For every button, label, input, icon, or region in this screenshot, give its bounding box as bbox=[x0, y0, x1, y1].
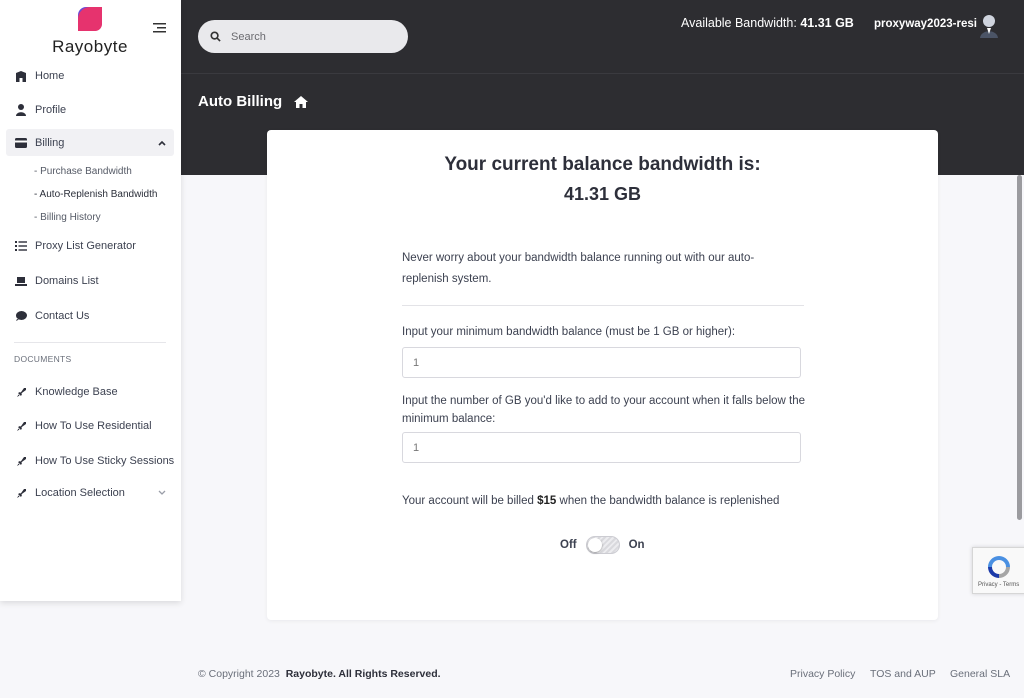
sidebar-subitem-auto-replenish[interactable]: - Auto-Replenish Bandwidth bbox=[34, 189, 157, 200]
chevron-up-icon bbox=[158, 140, 166, 146]
sidebar-item-label: Knowledge Base bbox=[35, 386, 118, 398]
scrollbar-thumb[interactable] bbox=[1017, 175, 1022, 520]
sidebar-subitem-purchase-bandwidth[interactable]: - Purchase Bandwidth bbox=[34, 166, 132, 177]
sidebar-item-label: How To Use Residential bbox=[35, 420, 152, 432]
chevron-down-icon bbox=[158, 490, 166, 495]
balance-value: 41.31 GB bbox=[563, 184, 642, 204]
billing-notice-prefix: Your account will be billed bbox=[402, 495, 534, 507]
header-divider bbox=[181, 73, 1024, 74]
balance-title: Your current balance bandwidth is: bbox=[444, 154, 761, 175]
copyright-text: © Copyright 2023 bbox=[198, 668, 280, 680]
search-icon bbox=[210, 31, 221, 42]
sidebar-item-proxy-list-generator[interactable]: Proxy List Generator bbox=[14, 240, 136, 252]
username[interactable]: proxyway2023-resi bbox=[874, 18, 977, 30]
sidebar-item-label: Proxy List Generator bbox=[35, 240, 136, 252]
sidebar-item-label: Location Selection bbox=[35, 487, 125, 499]
auto-billing-toggle-row: Off On bbox=[560, 536, 645, 554]
footer-link-privacy-policy[interactable]: Privacy Policy bbox=[790, 668, 855, 680]
add-gb-input[interactable] bbox=[402, 432, 801, 463]
rocket-icon bbox=[14, 456, 28, 467]
available-bandwidth: Available Bandwidth: 41.31 GB bbox=[681, 16, 854, 30]
home-icon[interactable] bbox=[294, 95, 309, 108]
bandwidth-value: 41.31 GB bbox=[800, 16, 854, 30]
rayobyte-logo-icon bbox=[78, 7, 102, 31]
footer-link-tos[interactable]: TOS and AUP bbox=[870, 668, 936, 680]
recaptcha-badge[interactable]: Privacy - Terms bbox=[972, 547, 1024, 594]
toggle-off-label: Off bbox=[560, 539, 577, 551]
rocket-icon bbox=[14, 488, 28, 499]
sidebar-item-label: How To Use Sticky Sessions bbox=[35, 455, 175, 467]
copyright-company: Rayobyte. All Rights Reserved. bbox=[285, 668, 441, 680]
sidebar-item-label: Home bbox=[35, 70, 65, 82]
sidebar-item-domains-list[interactable]: Domains List bbox=[14, 275, 99, 287]
avatar[interactable] bbox=[978, 12, 1000, 38]
footer-copyright: © Copyright 2023 Rayobyte. All Rights Re… bbox=[198, 668, 441, 680]
billing-amount: $15 bbox=[537, 495, 557, 507]
sidebar-item-how-to-use-sticky-sessions[interactable]: How To Use Sticky Sessions bbox=[14, 455, 174, 467]
sidebar-item-billing[interactable]: Billing bbox=[14, 137, 166, 149]
sidebar-item-how-to-use-residential[interactable]: How To Use Residential bbox=[14, 420, 152, 432]
billing-notice-suffix: when the bandwidth balance is replenishe… bbox=[559, 495, 780, 507]
menu-toggle-icon[interactable] bbox=[153, 22, 166, 33]
footer-link-general-sla[interactable]: General SLA bbox=[950, 668, 1010, 680]
intro-text: Never worry about your bandwidth balance… bbox=[402, 252, 755, 285]
auto-billing-toggle[interactable] bbox=[585, 536, 620, 554]
brand-name: Rayobyte bbox=[52, 37, 128, 56]
sidebar-item-location-selection[interactable]: Location Selection bbox=[14, 487, 166, 499]
sidebar: Rayobyte Home Profile Billing - Purchase… bbox=[0, 0, 181, 601]
search-bar[interactable] bbox=[198, 20, 408, 53]
recaptcha-links[interactable]: Privacy - Terms bbox=[978, 582, 1019, 588]
sidebar-item-contact-us[interactable]: Contact Us bbox=[14, 310, 89, 322]
add-gb-label: Input the number of GB you'd like to add… bbox=[402, 395, 806, 425]
min-balance-input[interactable] bbox=[402, 347, 801, 378]
rocket-icon bbox=[14, 421, 28, 432]
documents-heading: DOCUMENTS bbox=[14, 354, 72, 364]
sidebar-subitem-billing-history[interactable]: - Billing History bbox=[34, 212, 101, 223]
recaptcha-icon bbox=[988, 556, 1010, 578]
min-balance-label: Input your minimum bandwidth balance (mu… bbox=[402, 326, 736, 338]
sidebar-divider bbox=[14, 342, 166, 343]
sidebar-item-label: Domains List bbox=[35, 275, 99, 287]
sidebar-item-home[interactable]: Home bbox=[14, 70, 64, 82]
sidebar-item-label: Profile bbox=[35, 104, 67, 116]
laptop-icon bbox=[14, 276, 28, 286]
bandwidth-label: Available Bandwidth: bbox=[681, 16, 797, 30]
home-icon bbox=[14, 70, 28, 82]
sidebar-item-label: Contact Us bbox=[35, 310, 90, 322]
breadcrumb: Auto Billing bbox=[198, 93, 309, 110]
logo[interactable]: Rayobyte bbox=[45, 6, 135, 57]
billing-notice: Your account will be billed $15 when the… bbox=[402, 495, 779, 507]
search-input[interactable] bbox=[229, 29, 393, 44]
auto-billing-card: Your current balance bandwidth is: 41.31… bbox=[267, 130, 938, 620]
card-divider bbox=[402, 305, 804, 306]
page-title: Auto Billing bbox=[198, 93, 283, 110]
sidebar-item-label: Billing bbox=[35, 137, 65, 149]
sidebar-item-profile[interactable]: Profile bbox=[14, 104, 66, 116]
toggle-on-label: On bbox=[628, 539, 645, 551]
user-icon bbox=[14, 104, 28, 116]
rocket-icon bbox=[14, 387, 28, 398]
list-icon bbox=[14, 241, 28, 251]
credit-card-icon bbox=[14, 138, 28, 148]
toggle-knob bbox=[587, 538, 602, 552]
sidebar-item-knowledge-base[interactable]: Knowledge Base bbox=[14, 386, 118, 398]
chat-icon bbox=[14, 311, 28, 321]
